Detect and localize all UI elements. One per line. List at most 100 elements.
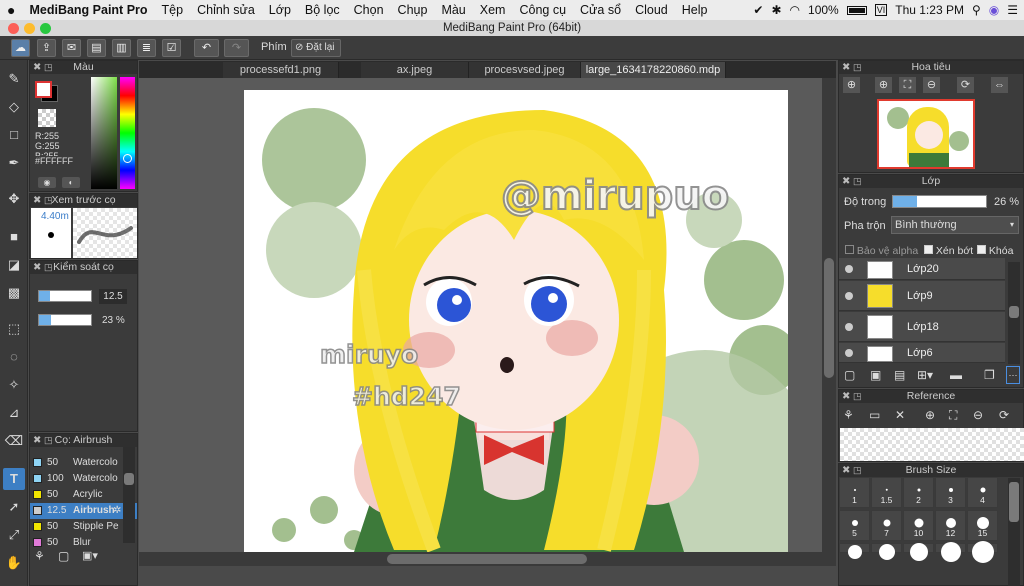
menu-tools[interactable]: Công cụ bbox=[512, 3, 573, 17]
brush-menu-icon[interactable]: ▣▾ bbox=[82, 549, 104, 563]
close-panel-icon[interactable]: ✖ bbox=[33, 434, 41, 447]
brush-size-option[interactable] bbox=[967, 541, 998, 563]
undo-icon[interactable]: ↶ bbox=[194, 39, 219, 57]
dock-panel-icon[interactable]: ◳ bbox=[44, 261, 53, 274]
menu-window[interactable]: Cửa sổ bbox=[573, 3, 628, 17]
hue-slider-handle[interactable] bbox=[123, 154, 132, 163]
reference-rotate-icon[interactable]: ⟳ bbox=[999, 408, 1009, 422]
tab-procesvsed[interactable]: procesvsed.jpeg bbox=[469, 62, 581, 78]
app-menu[interactable]: MediBang Paint Pro bbox=[22, 3, 154, 17]
new-halftone-layer-icon[interactable]: ▣ bbox=[870, 368, 881, 382]
comment-icon[interactable]: ✉ bbox=[62, 39, 81, 57]
input-source-icon[interactable]: VI bbox=[874, 4, 888, 16]
navigator-zoom-in-icon[interactable]: ⊕ bbox=[875, 77, 892, 93]
dock-panel-icon[interactable]: ◳ bbox=[44, 61, 53, 74]
artwork-canvas[interactable]: @mirupuo miruyo #hd247 bbox=[244, 90, 788, 552]
lock-option[interactable]: Khóa bbox=[977, 245, 1013, 257]
rectangle-fill-tool-icon[interactable]: ■ bbox=[3, 226, 25, 248]
transparent-color-swatch[interactable] bbox=[38, 109, 56, 127]
brush-size-option[interactable]: 10 bbox=[903, 510, 934, 541]
document-icon[interactable]: ▥ bbox=[112, 39, 131, 57]
reference-canvas[interactable] bbox=[840, 428, 1024, 461]
layer-row[interactable]: Lớp6 bbox=[839, 343, 1005, 363]
blend-mode-select[interactable]: Bình thường ▾ bbox=[891, 216, 1019, 234]
brush-size-option[interactable] bbox=[935, 542, 966, 562]
navigator-zoom-out-icon[interactable]: ⊖ bbox=[923, 77, 940, 93]
clipping-checkbox[interactable] bbox=[924, 245, 933, 254]
wifi-icon[interactable]: ◠ bbox=[790, 3, 800, 17]
pen-tool-icon[interactable]: ✒ bbox=[3, 152, 25, 174]
minimize-window-button[interactable] bbox=[24, 23, 35, 34]
layer-visibility-icon[interactable] bbox=[845, 292, 853, 300]
tab-ax[interactable]: ax.jpeg bbox=[361, 62, 469, 78]
rect-select-tool-icon[interactable]: ⬚ bbox=[3, 318, 25, 340]
brush-size-option[interactable]: 2 bbox=[903, 477, 934, 508]
brush-list-item[interactable]: 50 Acrylic bbox=[30, 487, 137, 503]
brush-size-option[interactable]: 1 bbox=[839, 477, 870, 508]
reference-fit-icon[interactable]: ⛶ bbox=[949, 408, 957, 423]
cloud-icon[interactable]: ☁ bbox=[11, 39, 30, 57]
checklist-icon[interactable]: ☑ bbox=[162, 39, 181, 57]
protect-alpha-option[interactable]: Bảo vệ alpha bbox=[845, 245, 918, 257]
brush-size-input[interactable]: 12.5 bbox=[99, 289, 127, 304]
text-tool-icon[interactable]: T bbox=[3, 468, 25, 490]
clipping-option[interactable]: Xén bớt bbox=[924, 245, 973, 257]
brush-tool-icon[interactable]: ✎ bbox=[3, 68, 25, 90]
canvas-vertical-scrollbar[interactable] bbox=[822, 78, 836, 552]
menu-file[interactable]: Tệp bbox=[155, 3, 191, 17]
brush-size-option[interactable]: 1.5 bbox=[871, 477, 902, 508]
brush-size-option[interactable]: 15 bbox=[967, 510, 998, 541]
list-icon[interactable]: ≣ bbox=[137, 39, 156, 57]
status-check-icon[interactable]: ✔ bbox=[753, 3, 763, 17]
canvas-vertical-scroll-thumb[interactable] bbox=[824, 258, 834, 378]
dock-panel-icon[interactable]: ◳ bbox=[853, 175, 862, 188]
dock-panel-icon[interactable]: ◳ bbox=[44, 434, 53, 447]
spotlight-search-icon[interactable]: ⚲ bbox=[972, 3, 981, 17]
layer-list-scroll-thumb[interactable] bbox=[1009, 306, 1019, 318]
shape-tool-icon[interactable]: □ bbox=[3, 124, 25, 146]
layer-visibility-icon[interactable] bbox=[845, 265, 853, 273]
layer-row[interactable]: Lớp20 bbox=[839, 258, 1005, 280]
menu-layer[interactable]: Lớp bbox=[262, 3, 298, 17]
close-window-button[interactable] bbox=[8, 23, 19, 34]
canvas-horizontal-scrollbar[interactable] bbox=[139, 552, 836, 566]
eraser-tool-icon[interactable]: ◇ bbox=[3, 96, 25, 118]
reference-add-icon[interactable]: ⚘ bbox=[843, 408, 854, 422]
zoom-window-button[interactable] bbox=[40, 23, 51, 34]
select-pen-tool-icon[interactable]: ⊿ bbox=[3, 402, 25, 424]
layer-visibility-icon[interactable] bbox=[845, 349, 853, 357]
menu-help[interactable]: Help bbox=[675, 3, 715, 17]
dock-panel-icon[interactable]: ◳ bbox=[853, 61, 862, 74]
reference-open-folder-icon[interactable]: ▭ bbox=[869, 408, 880, 422]
brush-list-item[interactable]: 50 Stipple Pe bbox=[30, 519, 137, 535]
tab-processefd1[interactable]: processefd1.png bbox=[223, 62, 339, 78]
layer-folder-icon[interactable]: ▬ bbox=[950, 368, 962, 382]
siri-icon[interactable]: ◉ bbox=[989, 3, 999, 17]
protect-alpha-checkbox[interactable] bbox=[845, 245, 854, 254]
brush-size-option[interactable]: 7 bbox=[871, 510, 902, 541]
navigator-flip-icon[interactable]: ⇔ bbox=[991, 77, 1008, 93]
hand-tool-icon[interactable]: ✋ bbox=[3, 552, 25, 574]
close-panel-icon[interactable]: ✖ bbox=[33, 194, 41, 207]
dock-panel-icon[interactable]: ◳ bbox=[853, 464, 862, 477]
redo-icon[interactable]: ↷ bbox=[224, 39, 249, 57]
new-8bit-layer-icon[interactable]: ▤ bbox=[894, 368, 905, 382]
brush-size-option[interactable] bbox=[903, 543, 934, 561]
brush-size-slider[interactable] bbox=[38, 290, 92, 302]
close-panel-icon[interactable]: ✖ bbox=[842, 61, 850, 74]
brush-size-option[interactable] bbox=[871, 543, 902, 560]
tab-large-mdp[interactable]: large_1634178220860.mdp bbox=[581, 62, 726, 78]
close-panel-icon[interactable]: ✖ bbox=[842, 175, 850, 188]
bucket-tool-icon[interactable]: ◪ bbox=[3, 254, 25, 276]
menu-capture[interactable]: Chụp bbox=[391, 3, 435, 17]
brush-opacity-slider[interactable] bbox=[38, 314, 92, 326]
bluetooth-icon[interactable]: ✱ bbox=[771, 3, 781, 17]
magic-wand-tool-icon[interactable]: ✧ bbox=[3, 374, 25, 396]
menu-cloud[interactable]: Cloud bbox=[628, 3, 675, 17]
navigator-fit-icon[interactable]: ⛶ bbox=[899, 77, 916, 93]
eyedropper-tool-icon[interactable]: ⤢ bbox=[3, 524, 25, 546]
foreground-color-swatch[interactable] bbox=[35, 81, 52, 98]
color-add-icon[interactable]: ◐ bbox=[62, 177, 80, 188]
new-layer-icon[interactable]: ▢ bbox=[844, 368, 855, 382]
layer-more-icon[interactable]: ⋯ bbox=[1006, 366, 1020, 384]
